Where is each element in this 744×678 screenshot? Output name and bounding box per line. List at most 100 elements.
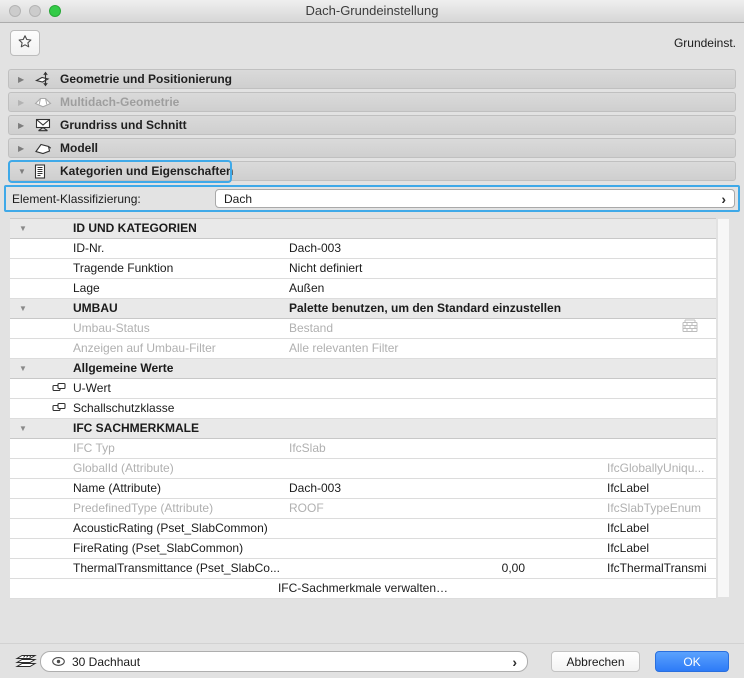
chevron-down-icon[interactable]: ▼	[19, 299, 27, 318]
property-label: Anzeigen auf Umbau-Filter	[73, 339, 216, 358]
property-row[interactable]: IFC TypIfcSlab	[10, 439, 716, 459]
property-row[interactable]: Name (Attribute) Dach-003 IfcLabel	[10, 479, 716, 499]
accordion-section[interactable]: ▶ Modell	[8, 138, 736, 158]
property-row[interactable]: U-Wert	[10, 379, 716, 399]
favorites-button[interactable]	[10, 30, 40, 56]
accordion-section-label: Geometrie und Positionierung	[60, 72, 232, 86]
property-row[interactable]: ThermalTransmittance (Pset_SlabCo... 0,00…	[10, 559, 716, 579]
model-icon	[34, 142, 58, 155]
chevron-right-icon: ›	[721, 192, 726, 206]
property-row[interactable]: Lage Außen	[10, 279, 716, 299]
property-value: ROOF	[289, 499, 324, 518]
property-label: ThermalTransmittance (Pset_SlabCo...	[73, 559, 280, 578]
property-row[interactable]: ID-Nr.Dach-003	[10, 239, 716, 259]
chevron-down-icon[interactable]: ▼	[18, 167, 34, 176]
ifc-type-label: IfcThermalTransmi	[607, 559, 714, 578]
chevron-right-icon[interactable]: ▶	[18, 121, 34, 130]
property-label: ID-Nr.	[73, 239, 104, 258]
accordion-section[interactable]: ▶ Multidach-Geometrie	[8, 92, 736, 112]
property-row[interactable]: Umbau-Status Bestand	[10, 319, 716, 339]
footer-bar: 30 Dachhaut › Abbrechen OK	[0, 643, 744, 678]
zoom-button[interactable]	[49, 5, 61, 17]
property-row[interactable]: PredefinedType (Attribute) ROOF IfcSlabTyp…	[10, 499, 716, 519]
section-row[interactable]: ▼ ID UND KATEGORIEN	[10, 219, 716, 239]
chevron-right-icon[interactable]: ▶	[18, 75, 34, 84]
section-row[interactable]: ▼ IFC SACHMERKMALE	[10, 419, 716, 439]
eye-icon	[51, 656, 66, 667]
layers-icon	[15, 652, 37, 669]
minimize-button[interactable]	[29, 5, 41, 17]
manage-ifc-label: IFC-Sachmerkmale verwalten…	[278, 581, 448, 595]
property-label: Umbau-Status	[73, 319, 150, 338]
cancel-button[interactable]: Abbrechen	[551, 651, 640, 672]
property-label: FireRating (Pset_SlabCommon)	[73, 539, 243, 558]
property-row[interactable]: GlobalId (Attribute) IfcGloballyUniqu...	[10, 459, 716, 479]
property-label: IFC SACHMERKMALE	[73, 419, 199, 438]
chevron-right-icon[interactable]: ▶	[18, 144, 34, 153]
property-label: Name (Attribute)	[73, 479, 161, 498]
scrollbar-track[interactable]	[717, 218, 730, 598]
classification-dropdown[interactable]: Dach ›	[215, 189, 735, 208]
property-label: AcousticRating (Pset_SlabCommon)	[73, 519, 268, 538]
manage-ifc-row[interactable]: IFC-Sachmerkmale verwalten…	[10, 579, 716, 599]
accordion-section-label: Modell	[60, 141, 98, 155]
chevron-down-icon[interactable]: ▼	[19, 419, 27, 438]
property-label: U-Wert	[73, 379, 111, 398]
floorplan-section-icon	[34, 118, 58, 133]
property-label: IFC Typ	[73, 439, 115, 458]
property-value: Nicht definiert	[289, 259, 362, 278]
accordion-section[interactable]: ▶Grundriss und Schnitt	[8, 115, 736, 135]
property-row[interactable]: Anzeigen auf Umbau-Filter Alle relevanten…	[10, 339, 716, 359]
layer-value: 30 Dachhaut	[72, 655, 140, 669]
chevron-down-icon[interactable]: ▼	[19, 359, 27, 378]
property-value: Alle relevanten Filter	[289, 339, 398, 358]
accordion-section-label: Kategorien und Eigenschaften	[60, 164, 233, 178]
renovation-brick-icon	[680, 319, 700, 339]
layer-dropdown[interactable]: 30 Dachhaut ›	[40, 651, 528, 672]
mode-label: Grundeinst.	[674, 36, 736, 50]
classification-value: Dach	[224, 192, 252, 206]
property-label: UMBAU	[73, 299, 118, 318]
property-label: PredefinedType (Attribute)	[73, 499, 213, 518]
property-value: Dach-003	[289, 479, 341, 498]
accordion-section[interactable]: ▶ Geometrie und Positionierung	[8, 69, 736, 89]
property-label: Tragende Funktion	[73, 259, 173, 278]
link-icon	[52, 399, 66, 418]
accordion-list: ▶ Geometrie und Positionierung ▶ Multidach-…	[8, 69, 736, 184]
star-icon	[17, 34, 33, 52]
classification-row: Element-Klassifizierung: Dach ›	[4, 185, 740, 212]
multi-roof-icon	[34, 95, 58, 109]
property-label: Allgemeine Werte	[73, 359, 173, 378]
ok-button[interactable]: OK	[655, 651, 729, 672]
property-label: ID UND KATEGORIEN	[73, 219, 197, 238]
section-row[interactable]: ▼ UMBAU Palette benutzen, um den Standard …	[10, 299, 716, 319]
section-row[interactable]: ▼ Allgemeine Werte	[10, 359, 716, 379]
accordion-section[interactable]: ▼ Kategorien und Eigenschaften	[8, 161, 736, 181]
close-button[interactable]	[9, 5, 21, 17]
ifc-type-label: IfcLabel	[607, 519, 714, 538]
property-number: 0,00	[430, 559, 525, 578]
property-row[interactable]: Tragende Funktion Nicht definiert	[10, 259, 716, 279]
property-value: Bestand	[289, 319, 333, 338]
property-row[interactable]: FireRating (Pset_SlabCommon)IfcLabel	[10, 539, 716, 559]
chevron-right-icon[interactable]: ▶	[18, 98, 34, 107]
property-row[interactable]: AcousticRating (Pset_SlabCommon) IfcLabel	[10, 519, 716, 539]
property-value: Palette benutzen, um den Standard einzus…	[289, 299, 561, 318]
ifc-type-label: IfcSlabTypeEnum	[607, 499, 714, 518]
property-label: Schallschutzklasse	[73, 399, 174, 418]
geometry-positioning-icon	[34, 71, 58, 87]
classification-label: Element-Klassifizierung:	[12, 192, 141, 206]
title-bar: Dach-Grundeinstellung	[0, 0, 744, 23]
accordion-section-label: Multidach-Geometrie	[60, 95, 179, 109]
chevron-down-icon[interactable]: ▼	[19, 219, 27, 238]
property-label: Lage	[73, 279, 100, 298]
property-row[interactable]: Schallschutzklasse	[10, 399, 716, 419]
window-title: Dach-Grundeinstellung	[0, 0, 744, 22]
property-label: GlobalId (Attribute)	[73, 459, 174, 478]
chevron-right-icon: ›	[512, 655, 517, 669]
ifc-type-label: IfcGloballyUniqu...	[607, 459, 714, 478]
property-value: Außen	[289, 279, 324, 298]
traffic-lights	[9, 5, 61, 17]
ifc-type-label: IfcLabel	[607, 479, 714, 498]
properties-table: ▼ID UND KATEGORIENID-Nr.Dach-003Tragende…	[10, 218, 716, 599]
